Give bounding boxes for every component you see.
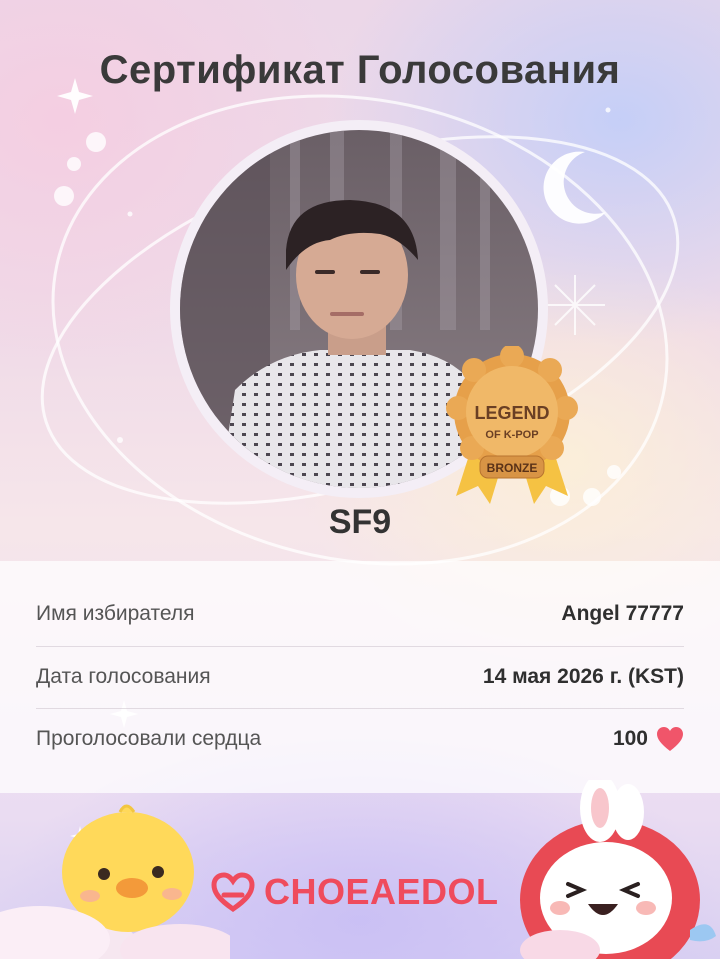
- chick-mascot: [0, 804, 230, 959]
- svg-text:OF K-POP: OF K-POP: [485, 429, 538, 441]
- svg-text:BRONZE: BRONZE: [487, 461, 538, 475]
- legend-badge: LEGEND OF K-POP BRONZE: [442, 344, 582, 506]
- hearts-row: Проголосовали сердца 100: [36, 708, 684, 770]
- brand-name: CHOEAEDOL: [264, 871, 499, 912]
- date-label: Дата голосования: [36, 665, 211, 688]
- svg-text:LEGEND: LEGEND: [474, 403, 549, 423]
- date-row: Дата голосования 14 мая 2026 г. (KST): [36, 646, 684, 708]
- brand-logo: CHOEAEDOL: [210, 862, 499, 922]
- crescent-moon-icon: [543, 151, 606, 224]
- bunny-mascot: [520, 780, 716, 959]
- vote-details-panel: Имя избирателя Angel 77777 Дата голосова…: [0, 561, 720, 793]
- voter-row: Имя избирателя Angel 77777: [36, 583, 684, 645]
- certificate-title: Сертификат Голосования: [99, 48, 621, 92]
- heart-icon: [657, 727, 683, 751]
- hearts-value: 100: [612, 727, 648, 750]
- voter-value: Angel 77777: [561, 602, 684, 625]
- hearts-label: Проголосовали сердца: [36, 727, 262, 750]
- hearts-value-group: 100: [613, 726, 684, 752]
- artist-name: SF9: [328, 503, 392, 541]
- voter-label: Имя избирателя: [36, 602, 195, 625]
- brand-heart-icon: [211, 872, 255, 913]
- date-value: 14 мая 2026 г. (KST): [482, 665, 684, 688]
